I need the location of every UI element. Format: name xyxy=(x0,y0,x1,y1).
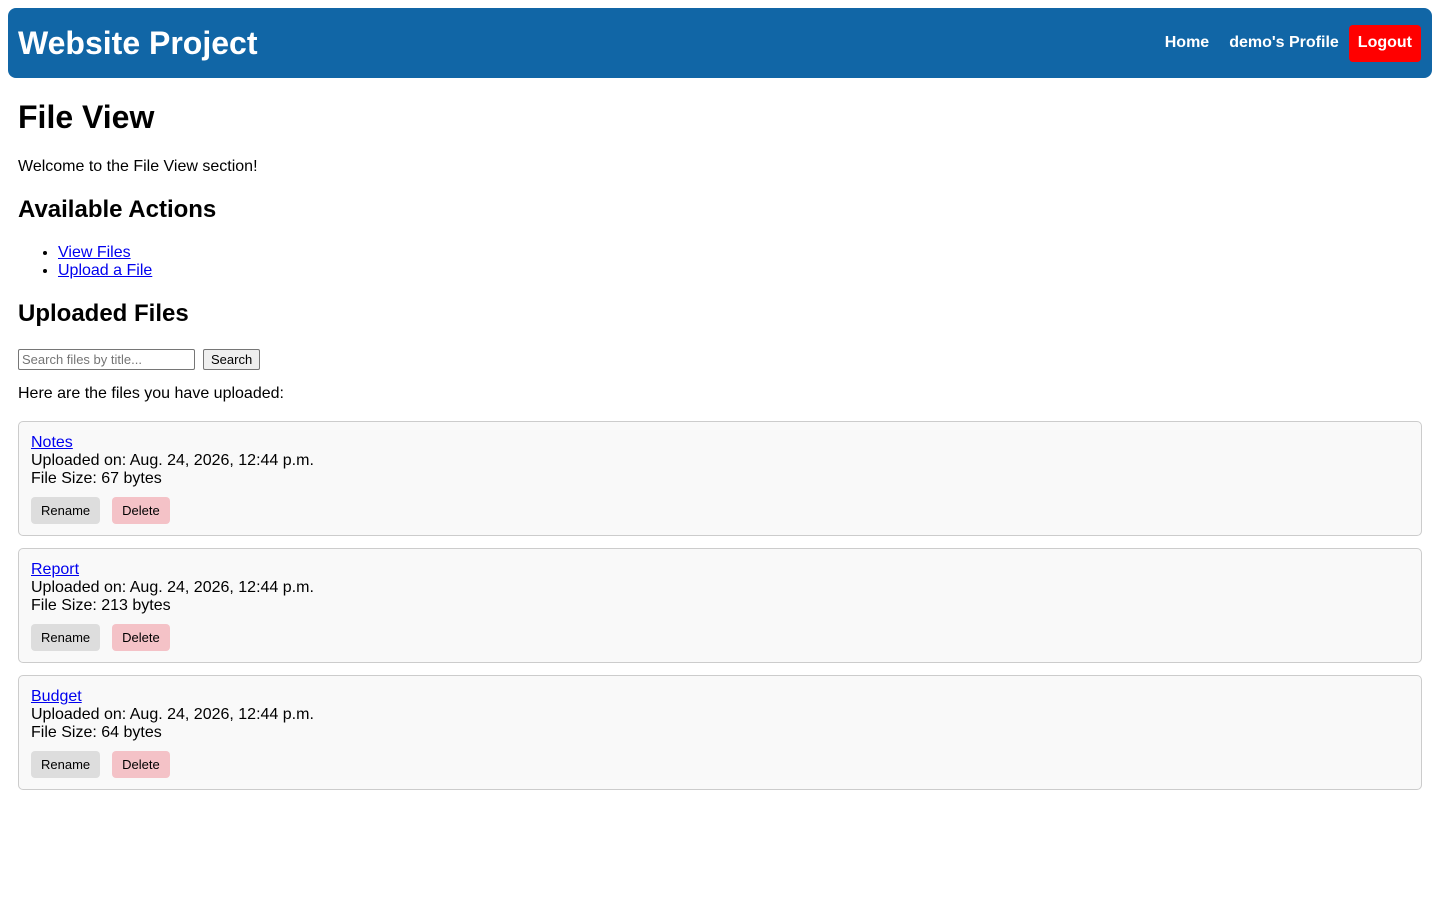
page-title: File View xyxy=(18,99,155,135)
nav-profile-link[interactable]: demo's Profile xyxy=(1229,34,1339,52)
file-actions: Rename Delete xyxy=(31,624,1409,651)
delete-button[interactable]: Delete xyxy=(112,624,170,651)
files-intro-text: Here are the files you have uploaded: xyxy=(18,385,284,402)
search-button[interactable]: Search xyxy=(203,348,261,370)
file-upload-date: Uploaded on: Aug. 24, 2026, 12:44 p.m. xyxy=(31,452,314,469)
file-size: File Size: 64 bytes xyxy=(31,724,162,741)
actions-list: View Files Upload a File xyxy=(18,244,1422,280)
delete-button[interactable]: Delete xyxy=(112,751,170,778)
search-input[interactable] xyxy=(18,348,195,370)
file-card: Report Uploaded on: Aug. 24, 2026, 12:44… xyxy=(18,548,1422,663)
file-actions: Rename Delete xyxy=(31,751,1409,778)
file-upload-date: Uploaded on: Aug. 24, 2026, 12:44 p.m. xyxy=(31,579,314,596)
file-title-link[interactable]: Notes xyxy=(31,434,73,451)
upload-file-link[interactable]: Upload a File xyxy=(58,262,152,279)
list-item: View Files xyxy=(58,244,1422,262)
file-size: File Size: 67 bytes xyxy=(31,470,162,487)
file-card: Notes Uploaded on: Aug. 24, 2026, 12:44 … xyxy=(18,421,1422,536)
file-title-link[interactable]: Report xyxy=(31,561,79,578)
nav-links: Home demo's Profile Logout xyxy=(1145,24,1421,62)
rename-button[interactable]: Rename xyxy=(31,497,101,524)
file-list: Notes Uploaded on: Aug. 24, 2026, 12:44 … xyxy=(18,421,1422,790)
list-item: Upload a File xyxy=(58,262,1422,280)
file-size: File Size: 213 bytes xyxy=(31,597,171,614)
navbar: Website Project Home demo's Profile Logo… xyxy=(8,8,1432,78)
file-card: Budget Uploaded on: Aug. 24, 2026, 12:44… xyxy=(18,675,1422,790)
file-title-link[interactable]: Budget xyxy=(31,688,82,705)
rename-button[interactable]: Rename xyxy=(31,751,101,778)
search-form: Search xyxy=(18,348,1422,370)
file-upload-date: Uploaded on: Aug. 24, 2026, 12:44 p.m. xyxy=(31,706,314,723)
file-actions: Rename Delete xyxy=(31,497,1409,524)
brand-title[interactable]: Website Project xyxy=(18,27,257,59)
rename-button[interactable]: Rename xyxy=(31,624,101,651)
actions-heading: Available Actions xyxy=(18,196,217,223)
delete-button[interactable]: Delete xyxy=(112,497,170,524)
uploaded-files-heading: Uploaded Files xyxy=(18,300,189,327)
welcome-text: Welcome to the File View section! xyxy=(18,158,258,175)
main-content: File View Welcome to the File View secti… xyxy=(18,78,1422,802)
nav-home-link[interactable]: Home xyxy=(1165,34,1209,52)
logout-button[interactable]: Logout xyxy=(1348,24,1421,62)
view-files-link[interactable]: View Files xyxy=(58,244,131,261)
